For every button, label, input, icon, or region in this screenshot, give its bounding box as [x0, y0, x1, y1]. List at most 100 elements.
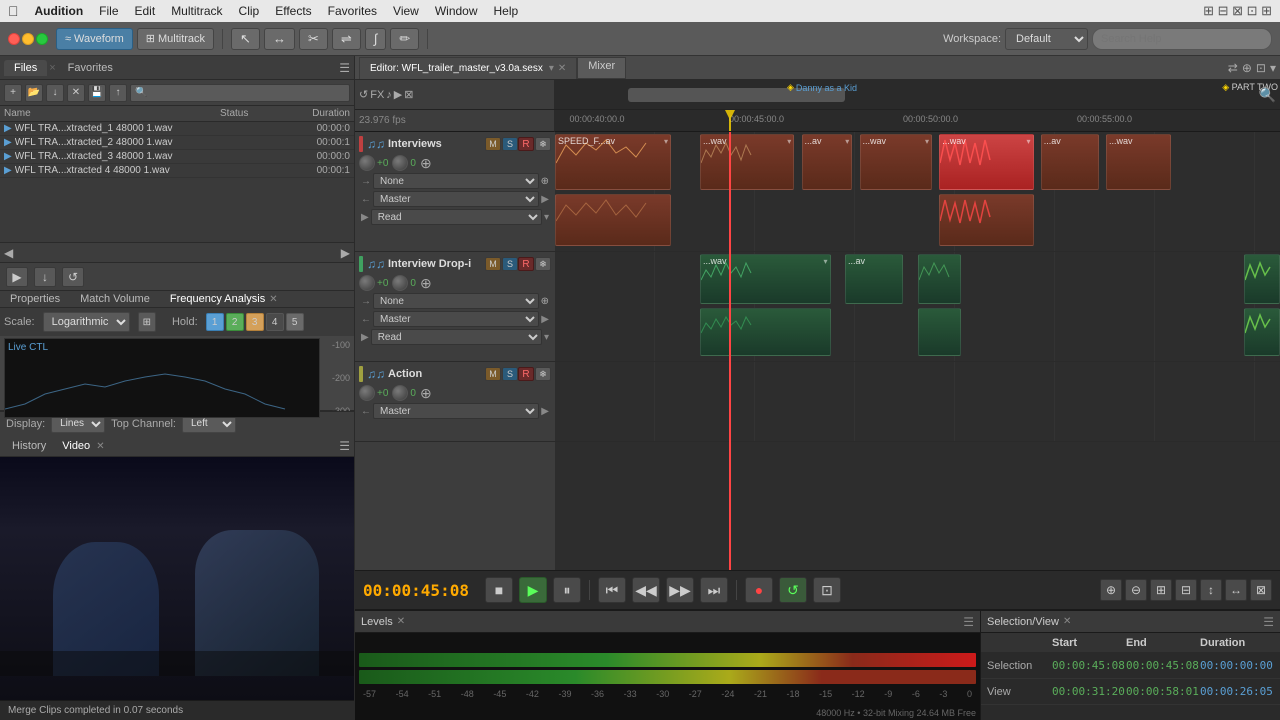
audio-clip-highlighted[interactable]: ...wav ▾	[939, 134, 1033, 190]
loop-btn-transport[interactable]: ↺	[779, 577, 807, 603]
zoom-out-v[interactable]: ↔	[1225, 579, 1247, 601]
import-btn[interactable]: ↑	[109, 84, 127, 102]
track-freeze-btn[interactable]: ❄	[535, 137, 551, 151]
track-pan-knob[interactable]	[392, 155, 408, 171]
track-out-btn-action[interactable]: ⊕	[420, 385, 432, 402]
open-file-btn[interactable]: 📂	[25, 84, 43, 102]
editor-tab-arrow[interactable]: ▾	[549, 63, 554, 74]
mixer-tab[interactable]: Mixer	[577, 57, 626, 79]
track-output-select-action[interactable]: Master	[373, 403, 539, 419]
clip-arrow-drops[interactable]: ▾	[823, 257, 827, 266]
new-file-btn[interactable]: +	[4, 84, 22, 102]
menu-edit[interactable]: Edit	[135, 4, 156, 18]
razor-tool[interactable]: ✂	[299, 28, 328, 50]
track-vol-knob-action[interactable]	[359, 385, 375, 401]
play-btn[interactable]: ▶	[519, 577, 547, 603]
audio-clip-bottom[interactable]	[555, 194, 671, 246]
clip-arrow[interactable]: ▾	[664, 137, 668, 146]
menu-multitrack[interactable]: Multitrack	[171, 4, 222, 18]
hold-btn-4[interactable]: 4	[266, 313, 284, 331]
clip-arrow[interactable]: ▾	[787, 137, 791, 146]
menu-effects[interactable]: Effects	[275, 4, 311, 18]
track-record-btn-action[interactable]: R	[518, 367, 534, 381]
fade-tool[interactable]: ∫	[365, 28, 387, 50]
zoom-sel[interactable]: ⊟	[1175, 579, 1197, 601]
track-output-expand[interactable]: ▶	[541, 194, 549, 205]
audio-clip[interactable]: ...wav	[1106, 134, 1171, 190]
audio-clip[interactable]: ...av ▾	[802, 134, 853, 190]
file-item[interactable]: ▶ WFL TRA...xtracted 4 48000 1.wav 00:00…	[0, 164, 354, 178]
tab-favorites[interactable]: Favorites	[58, 60, 123, 76]
mix-btn[interactable]: ⊠	[404, 88, 413, 101]
track-send-select[interactable]: None	[373, 173, 539, 189]
zoom-fit[interactable]: ⊞	[1150, 579, 1172, 601]
zoom-in-v[interactable]: ↕	[1200, 579, 1222, 601]
midi-btn[interactable]: ♪	[386, 89, 392, 101]
video-track-btn[interactable]: ▶	[394, 88, 402, 101]
track-auto-select-drops[interactable]: Read	[371, 329, 542, 345]
stop-btn[interactable]: ■	[485, 577, 513, 603]
close-file-btn[interactable]: ✕	[67, 84, 85, 102]
audio-clip[interactable]: ...wav ▾	[700, 134, 794, 190]
file-item[interactable]: ▶ WFL TRA...xtracted_3 48000 1.wav 00:00…	[0, 150, 354, 164]
zoom-in-h[interactable]: ⊕	[1100, 579, 1122, 601]
editor-tab-close[interactable]: ✕	[558, 63, 566, 74]
apple-menu[interactable]: 	[8, 3, 19, 19]
search-input[interactable]	[1092, 28, 1272, 50]
slip-tool[interactable]: ⇌	[332, 28, 361, 50]
clip-arrow[interactable]: ▾	[1026, 137, 1030, 146]
file-item[interactable]: ▶ WFL TRA...xtracted_2 48000 1.wav 00:00…	[0, 136, 354, 150]
track-output-expand-action[interactable]: ▶	[541, 406, 549, 417]
audio-clip-drops[interactable]	[918, 254, 962, 304]
sel-close-icon[interactable]: ✕	[1063, 616, 1071, 627]
move-tool[interactable]: ↔	[264, 28, 295, 50]
track-out-btn[interactable]: ⊕	[420, 155, 432, 172]
track-send-config-drops[interactable]: ⊕	[541, 296, 549, 307]
levels-close-icon[interactable]: ✕	[397, 616, 405, 627]
record-arm-btn[interactable]: ●	[745, 577, 773, 603]
track-mute-btn-action[interactable]: M	[485, 367, 501, 381]
levels-menu-icon[interactable]: ☰	[963, 615, 974, 629]
menu-file[interactable]: File	[99, 4, 118, 18]
menu-view[interactable]: View	[393, 4, 419, 18]
tab-match-volume[interactable]: Match Volume	[70, 291, 160, 307]
audio-clip[interactable]: ...wav ▾	[860, 134, 933, 190]
pencil-tool[interactable]: ✏	[390, 28, 419, 50]
track-auto-expand-drops[interactable]: ▾	[544, 332, 549, 343]
track-output-select[interactable]: Master	[373, 191, 539, 207]
track-pan-knob-drops[interactable]	[392, 275, 408, 291]
punch-btn[interactable]: ⊡	[813, 577, 841, 603]
sel-menu-icon[interactable]: ☰	[1263, 615, 1274, 629]
track-vol-knob-drops[interactable]	[359, 275, 375, 291]
window-close[interactable]	[8, 33, 20, 45]
hold-btn-5[interactable]: 5	[286, 313, 304, 331]
multitrack-btn[interactable]: ⊞ Multitrack	[137, 28, 214, 50]
tab-video[interactable]: Video ✕	[54, 438, 112, 454]
track-freeze-btn-action[interactable]: ❄	[535, 367, 551, 381]
hold-btn-2[interactable]: 2	[226, 313, 244, 331]
open-append-btn[interactable]: ↓	[46, 84, 64, 102]
track-record-btn-drops[interactable]: R	[518, 257, 534, 271]
clip-arrow[interactable]: ▾	[925, 137, 929, 146]
audio-clip[interactable]: SPEED_F...av ▾	[555, 134, 671, 190]
track-pan-knob-action[interactable]	[392, 385, 408, 401]
skip-back-btn[interactable]: ⏮	[598, 577, 626, 603]
zoom-full[interactable]: ⊠	[1250, 579, 1272, 601]
audio-clip-drops[interactable]: ...wav ▾	[700, 254, 831, 304]
audio-clip-bottom-hl[interactable]	[939, 194, 1033, 246]
fx-toggle-btn[interactable]: FX	[370, 89, 384, 101]
menu-clip[interactable]: Clip	[239, 4, 260, 18]
track-vol-knob[interactable]	[359, 155, 375, 171]
tab-properties[interactable]: Properties	[0, 291, 70, 307]
editor-snatch-btn[interactable]: ⊡	[1256, 61, 1266, 75]
skip-fwd-btn[interactable]: ⏭	[700, 577, 728, 603]
editor-collapse-btn[interactable]: ▾	[1270, 61, 1276, 75]
tab-history[interactable]: History	[4, 438, 54, 454]
tab-freq-analysis[interactable]: Frequency Analysis ✕	[160, 291, 288, 307]
insert-file-btn[interactable]: ↓	[34, 267, 56, 287]
panel-menu-btn[interactable]: ☰	[339, 61, 350, 75]
tab-files[interactable]: Files	[4, 60, 47, 76]
menu-help[interactable]: Help	[494, 4, 519, 18]
audio-clip-drops-btm3[interactable]	[1244, 308, 1280, 356]
hold-btn-3[interactable]: 3	[246, 313, 264, 331]
